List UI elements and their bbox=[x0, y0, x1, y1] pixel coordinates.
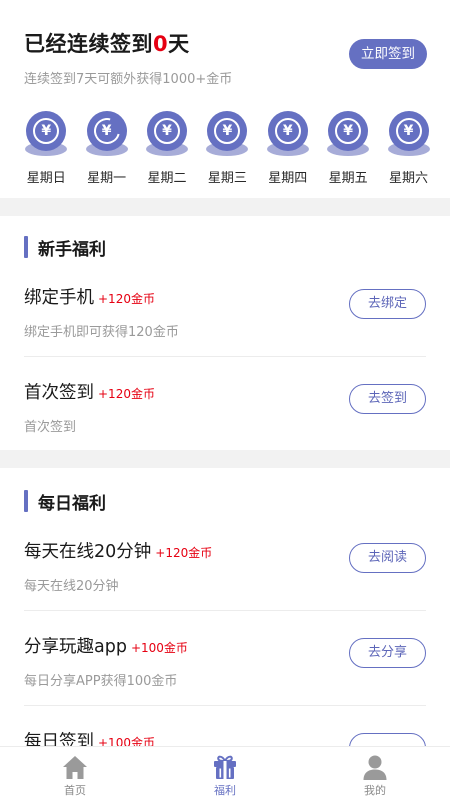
checkin-now-button[interactable]: 立即签到 bbox=[349, 39, 427, 69]
day-label: 星期五 bbox=[328, 171, 368, 186]
day-saturday[interactable]: ¥ 星期六 bbox=[378, 110, 438, 190]
divider bbox=[24, 610, 426, 611]
task-name: 绑定手机 +120金币 bbox=[24, 284, 155, 309]
yen-coin-icon: ¥ bbox=[23, 110, 69, 158]
divider bbox=[24, 356, 426, 357]
task-reward: +120金币 bbox=[155, 546, 213, 560]
task-reward: +100金币 bbox=[98, 736, 155, 746]
user-icon bbox=[363, 755, 387, 780]
task-desc: 每天在线20分钟 bbox=[24, 579, 119, 594]
checkin-title: 已经连续签到0天 bbox=[24, 28, 190, 58]
section-header: 每日福利 bbox=[24, 488, 224, 514]
gift-icon bbox=[214, 755, 236, 779]
checkin-title-prefix: 已经连续签到 bbox=[24, 32, 153, 56]
go-read-button[interactable]: 去阅读 bbox=[349, 543, 426, 573]
day-friday[interactable]: ¥ 星期五 bbox=[318, 110, 378, 190]
day-label: 星期四 bbox=[268, 171, 308, 186]
tab-label: 福利 bbox=[214, 784, 236, 797]
section-accent-bar bbox=[24, 490, 28, 512]
task-name: 每日签到 +100金币 bbox=[24, 728, 155, 746]
section-separator bbox=[0, 450, 450, 468]
daily-welfare-section: 每日福利 每天在线20分钟 +120金币 每天在线20分钟 去阅读 分享玩趣app… bbox=[0, 468, 450, 746]
task-online-20min: 每天在线20分钟 +120金币 每天在线20分钟 去阅读 bbox=[0, 538, 450, 633]
task-desc: 首次签到 bbox=[24, 420, 77, 435]
task-title: 每日签到 bbox=[24, 732, 94, 746]
task-bind-phone: 绑定手机 +120金币 绑定手机即可获得120金币 去绑定 bbox=[0, 284, 450, 379]
yen-coin-icon: ¥ bbox=[265, 110, 311, 158]
yen-coin-icon: ¥ bbox=[325, 110, 371, 158]
section-title: 每日福利 bbox=[38, 494, 106, 514]
checkin-days-count: 0 bbox=[153, 32, 169, 56]
section-title: 新手福利 bbox=[38, 240, 106, 260]
bottom-tab-bar: 首页 福利 我的 bbox=[0, 746, 450, 800]
home-icon bbox=[63, 756, 87, 779]
go-share-button[interactable]: 去分享 bbox=[349, 638, 426, 668]
day-label: 星期二 bbox=[147, 171, 187, 186]
task-title: 分享玩趣app bbox=[24, 637, 127, 657]
task-reward: +120金币 bbox=[98, 292, 155, 306]
day-label: 星期日 bbox=[26, 171, 66, 186]
task-name: 每天在线20分钟 +120金币 bbox=[24, 538, 212, 563]
task-share-app: 分享玩趣app +100金币 每日分享APP获得100金币 去分享 bbox=[0, 633, 450, 728]
task-name: 首次签到 +120金币 bbox=[24, 379, 155, 404]
tab-label: 我的 bbox=[364, 784, 386, 797]
day-sunday[interactable]: ¥ 星期日 bbox=[16, 110, 76, 190]
tab-label: 首页 bbox=[64, 784, 86, 797]
divider bbox=[24, 705, 426, 706]
task-title: 每天在线20分钟 bbox=[24, 542, 152, 562]
day-label: 星期三 bbox=[207, 171, 247, 186]
task-title: 绑定手机 bbox=[24, 288, 94, 308]
checkin-subtitle: 连续签到7天可额外获得1000+金币 bbox=[24, 72, 233, 87]
task-desc: 绑定手机即可获得120金币 bbox=[24, 325, 179, 340]
tab-home[interactable]: 首页 bbox=[0, 747, 150, 800]
go-checkin-button[interactable]: 去签到 bbox=[349, 384, 426, 414]
task-reward: +120金币 bbox=[98, 387, 155, 401]
daily-checkin-button[interactable] bbox=[349, 733, 426, 746]
day-tuesday[interactable]: ¥ 星期二 bbox=[137, 110, 197, 190]
day-monday[interactable]: ¥ 星期一 bbox=[76, 110, 136, 190]
weekday-row: ¥ 星期日 ¥ 星期一 ¥ 星期二 ¥ 星期三 ¥ 星期四 ¥ 星期五 ¥ 星期… bbox=[16, 110, 444, 190]
task-reward: +100金币 bbox=[130, 641, 188, 655]
tab-welfare[interactable]: 福利 bbox=[150, 747, 300, 800]
tab-mine[interactable]: 我的 bbox=[300, 747, 450, 800]
yen-coin-icon: ¥ bbox=[144, 110, 190, 158]
checkin-title-suffix: 天 bbox=[168, 32, 190, 56]
day-thursday[interactable]: ¥ 星期四 bbox=[258, 110, 318, 190]
yen-coin-refresh-icon: ¥ bbox=[84, 110, 130, 158]
bind-phone-button[interactable]: 去绑定 bbox=[349, 289, 426, 319]
day-wednesday[interactable]: ¥ 星期三 bbox=[197, 110, 257, 190]
section-accent-bar bbox=[24, 236, 28, 258]
task-desc: 每日分享APP获得100金币 bbox=[24, 674, 178, 689]
yen-coin-icon: ¥ bbox=[204, 110, 250, 158]
day-label: 星期六 bbox=[389, 171, 429, 186]
section-header: 新手福利 bbox=[24, 234, 224, 260]
task-daily-checkin: 每日签到 +100金币 bbox=[0, 728, 450, 746]
day-label: 星期一 bbox=[87, 171, 127, 186]
task-title: 首次签到 bbox=[24, 383, 94, 403]
newbie-welfare-section: 新手福利 绑定手机 +120金币 绑定手机即可获得120金币 去绑定 首次签到 +1… bbox=[0, 216, 450, 450]
task-name: 分享玩趣app +100金币 bbox=[24, 633, 188, 658]
checkin-panel: 已经连续签到0天 连续签到7天可额外获得1000+金币 立即签到 ¥ 星期日 ¥… bbox=[0, 0, 450, 198]
section-separator bbox=[0, 198, 450, 216]
yen-coin-icon: ¥ bbox=[386, 110, 432, 158]
